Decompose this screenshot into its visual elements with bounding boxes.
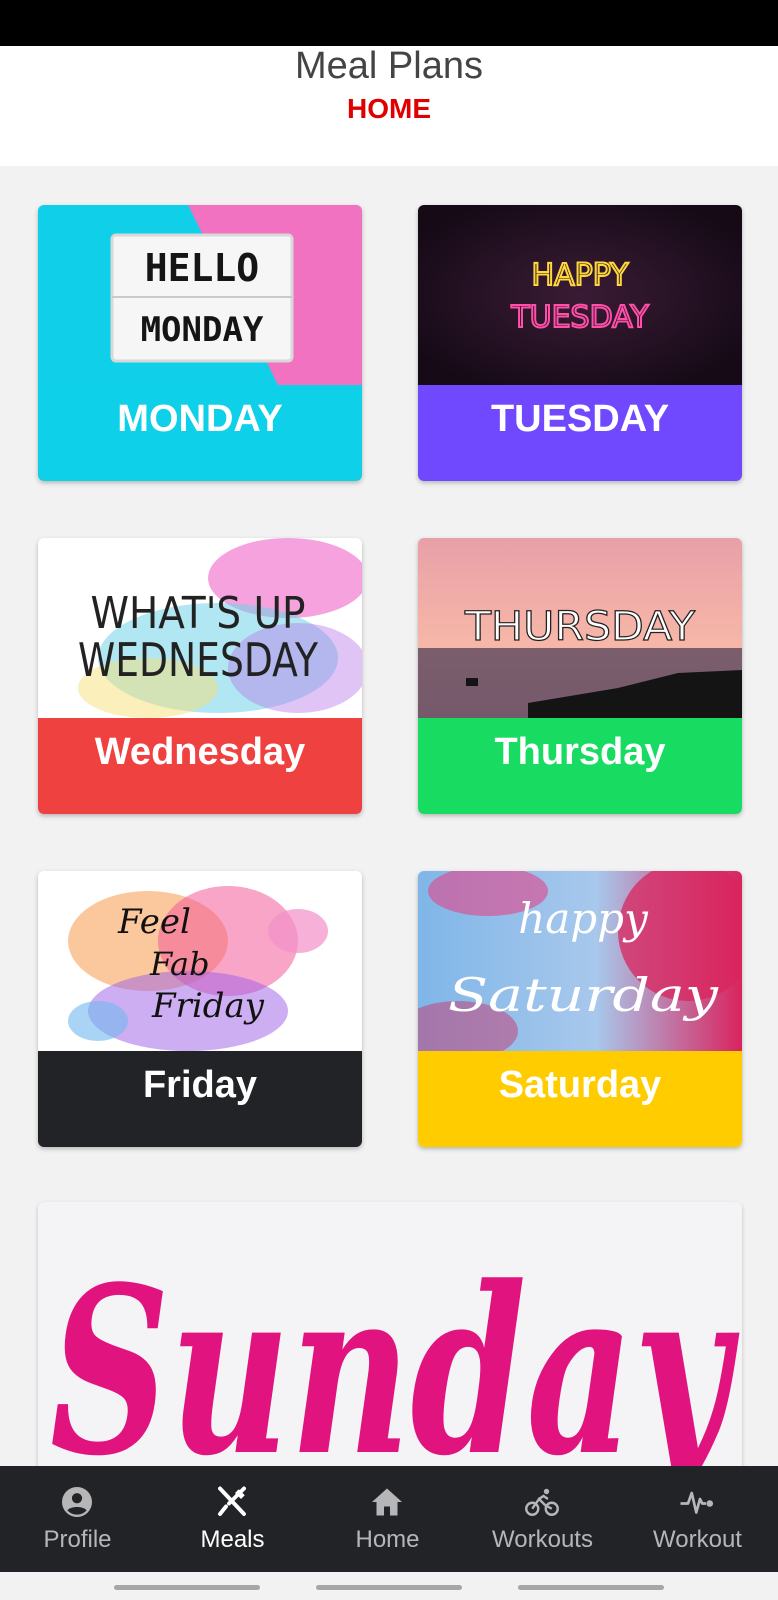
friday-image-line1: Feel (117, 902, 191, 942)
nav-label-profile: Profile (43, 1526, 112, 1553)
nav-meals[interactable]: Meals (155, 1466, 310, 1572)
sunday-image-text: Sunday (50, 1237, 740, 1466)
day-card-wednesday[interactable]: WHAT'S UP WEDNESDAY Wednesday (38, 538, 362, 814)
day-label-thursday: Thursday (494, 731, 666, 773)
day-card-tuesday[interactable]: HAPPY TUESDAY TUESDAY (418, 205, 742, 481)
friday-image-line3: Friday (151, 986, 265, 1026)
tuesday-image-line2: TUESDAY (510, 300, 649, 335)
bottom-nav: Profile Meals Home Workouts Workout (0, 1466, 778, 1572)
saturday-band: Saturday (418, 1051, 742, 1147)
thursday-band: Thursday (418, 718, 742, 814)
saturday-image-line2: Saturday (448, 968, 719, 1022)
monday-image: HELLO MONDAY (38, 205, 362, 385)
wednesday-image-line1: WHAT'S UP (91, 588, 306, 639)
page-title: Meal Plans (295, 45, 483, 87)
gesture-bar (0, 1572, 778, 1600)
meal-plan-grid: HELLO MONDAY MONDAY HAPPY TUESDAY TUESDA… (0, 166, 778, 1466)
day-card-friday[interactable]: Feel Fab Friday Friday (38, 871, 362, 1147)
day-card-saturday[interactable]: happy Saturday Saturday (418, 871, 742, 1147)
monday-image-line2: MONDAY (141, 310, 264, 350)
nav-home[interactable]: Home (310, 1466, 465, 1572)
day-card-sunday[interactable]: Sunday (38, 1202, 742, 1466)
day-label-saturday: Saturday (498, 1064, 662, 1106)
wednesday-image-line2: WEDNESDAY (78, 633, 319, 687)
nav-label-workouts: Workouts (492, 1526, 593, 1553)
account-circle-icon (62, 1487, 92, 1517)
day-label-monday: MONDAY (117, 398, 283, 440)
nav-workouts[interactable]: Workouts (465, 1466, 620, 1572)
friday-image-line2: Fab (149, 945, 210, 983)
tuesday-band: TUESDAY (418, 385, 742, 481)
app-header: Meal Plans HOME (0, 46, 778, 166)
monday-band: MONDAY (38, 385, 362, 481)
friday-band: Friday (38, 1051, 362, 1147)
nav-label-meals: Meals (200, 1526, 265, 1553)
saturday-image-line1: happy (518, 894, 649, 943)
tuesday-image-line1: HAPPY (532, 258, 630, 293)
day-card-monday[interactable]: HELLO MONDAY MONDAY (38, 205, 362, 481)
day-label-tuesday: TUESDAY (490, 398, 670, 440)
day-label-wednesday: Wednesday (94, 731, 306, 773)
nav-label-workout: Workout (653, 1526, 742, 1553)
saturday-image: happy Saturday (418, 871, 742, 1051)
nav-workout[interactable]: Workout (620, 1466, 775, 1572)
wednesday-band: Wednesday (38, 718, 362, 814)
friday-image: Feel Fab Friday (38, 871, 362, 1051)
nav-profile[interactable]: Profile (0, 1466, 155, 1572)
tuesday-image: HAPPY TUESDAY (418, 205, 742, 385)
day-label-friday: Friday (142, 1064, 258, 1106)
heart-pulse-icon (680, 1491, 714, 1514)
gesture-pill-left[interactable] (114, 1585, 260, 1590)
monday-image-line1: HELLO (145, 246, 259, 290)
thursday-image: THURSDAY (418, 538, 742, 718)
fork-knife-icon (218, 1486, 246, 1516)
nav-label-home: Home (355, 1526, 420, 1553)
thursday-image-text: THURSDAY (464, 604, 696, 650)
page-subtitle: HOME (347, 93, 431, 124)
home-icon (372, 1488, 402, 1516)
gesture-pill-center[interactable] (316, 1585, 462, 1590)
bicycle-icon (525, 1488, 559, 1516)
gesture-pill-right[interactable] (518, 1585, 664, 1590)
day-card-thursday[interactable]: THURSDAY Thursday (418, 538, 742, 814)
wednesday-image: WHAT'S UP WEDNESDAY (38, 538, 362, 718)
status-bar (0, 0, 778, 46)
